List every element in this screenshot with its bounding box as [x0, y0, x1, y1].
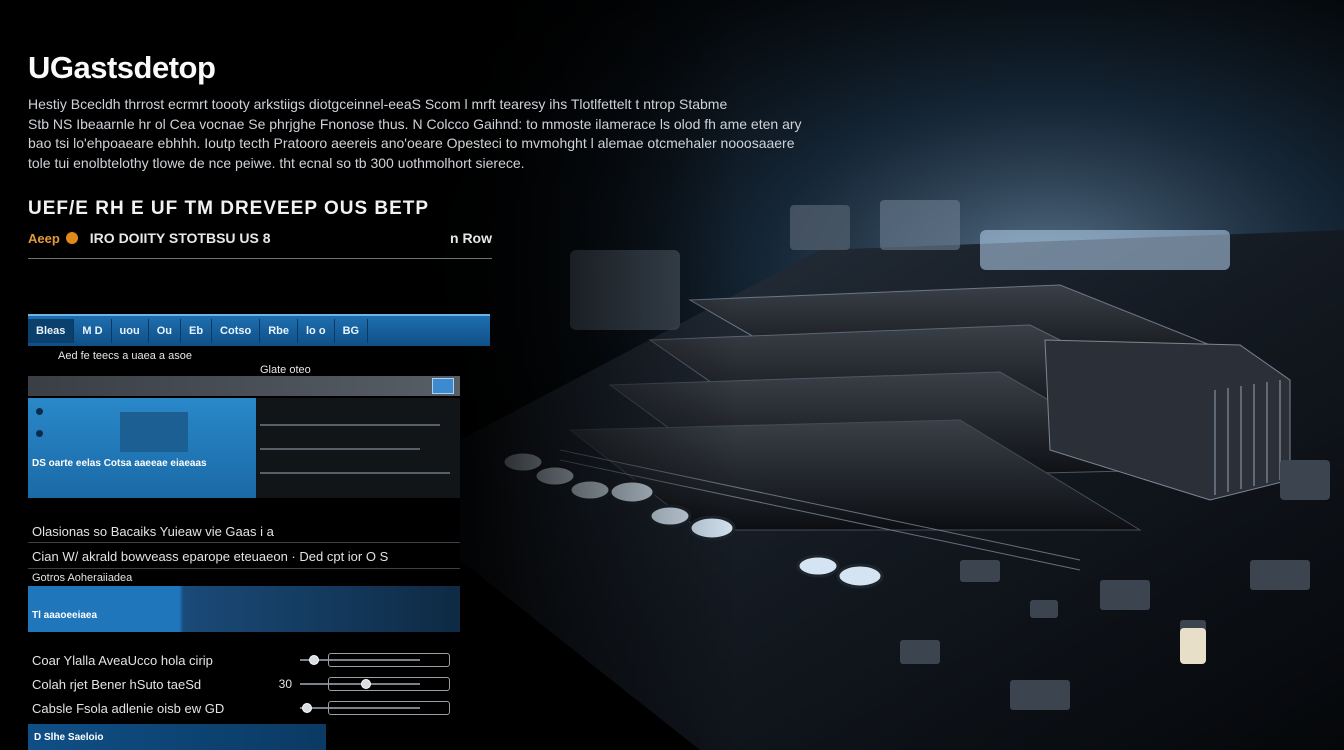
- panel-toolbar: [28, 376, 460, 396]
- section-subheader: Aeep IRO DOIITY STOTBSU US 8 n Row: [28, 230, 492, 246]
- slider-label: Colah rjet Bener hSuto taeSd: [32, 676, 202, 692]
- slider-label: Cabsle Fsola adlenie oisb ew GD: [32, 700, 225, 716]
- section-bar-label: Tl aaaoeeiaea: [32, 610, 98, 621]
- footer-bar: D Slhe Saeloio: [28, 724, 326, 750]
- tab-item[interactable]: Bleas: [28, 319, 75, 343]
- slider-knob[interactable]: [302, 703, 313, 713]
- setting-row[interactable]: Cian W/ akrald bowveass eparope eteuaeon…: [32, 549, 460, 564]
- app-title: UGastsdetop: [28, 50, 216, 85]
- slider-knob[interactable]: [308, 655, 319, 665]
- slider[interactable]: [300, 653, 450, 667]
- tab-item[interactable]: Cotso: [212, 319, 261, 343]
- detail-line: [260, 472, 450, 474]
- divider: [28, 568, 460, 569]
- toolbar-button[interactable]: [432, 378, 454, 394]
- tab-item[interactable]: Rbe: [260, 319, 298, 343]
- tab-item[interactable]: lo o: [298, 319, 335, 343]
- intro-line: Stb NS Ibeaarnle hr ol Cea vocnae Se phr…: [28, 115, 802, 132]
- slider[interactable]: [300, 677, 450, 691]
- tab-item[interactable]: uou: [112, 319, 149, 343]
- divider: [28, 258, 492, 259]
- section-title: UEF/E RH E UF TM DREVEEP OUS BETP: [28, 198, 430, 219]
- content-block: DS oarte eelas Cotsa aaeeae eiaeaas: [28, 398, 460, 498]
- intro-line: Hestiy Bcecldh thrrost ecrmrt toooty ark…: [28, 96, 728, 112]
- setting-row[interactable]: Olasionas so Bacaiks Yuieaw vie Gaas i a: [32, 524, 460, 539]
- tab-bar: Bleas M D uou Ou Eb Cotso Rbe lo o BG: [28, 314, 490, 346]
- detail-pane: [256, 398, 460, 498]
- slider-row: Cabsle Fsola adlenie oisb ew GD: [32, 698, 460, 718]
- slider-value: 30: [278, 677, 292, 691]
- section-tag: Aeep: [28, 230, 60, 246]
- footer-label: D Slhe Saeloio: [34, 732, 104, 743]
- intro-line: bao tsi lo'ehpoaeare ebhhh. Ioutp tecth …: [28, 135, 795, 151]
- tab-item[interactable]: Eb: [181, 319, 213, 343]
- slider-label: Coar Ylalla AveaUcco hola cirip: [32, 652, 213, 668]
- tab-item[interactable]: Ou: [149, 319, 181, 343]
- preview-pane: DS oarte eelas Cotsa aaeeae eiaeaas: [28, 398, 256, 498]
- row-link[interactable]: n Row: [450, 230, 492, 246]
- slider-knob[interactable]: [360, 679, 371, 689]
- intro-paragraph: Hestiy Bcecldh thrrost ecrmrt toooty ark…: [28, 95, 1028, 173]
- tab-item[interactable]: M D: [74, 319, 112, 343]
- tab-item[interactable]: BG: [335, 319, 369, 343]
- divider: [28, 542, 460, 543]
- section-bar: Tl aaaoeeiaea: [28, 586, 460, 632]
- section-subtitle: IRO DOIITY STOTBSU US 8: [89, 230, 271, 246]
- pane-caption: DS oarte eelas Cotsa aaeeae eiaeaas: [32, 458, 207, 469]
- intro-line: tole tui enolbtelothy tlowe de nce peiwe…: [28, 154, 525, 171]
- bullet-icon: [36, 408, 43, 415]
- panel-row-text: Glate oteo: [260, 364, 311, 376]
- setting-row[interactable]: Gotros Aoheraiiadea: [32, 572, 460, 584]
- preview-box: [120, 412, 188, 452]
- detail-line: [260, 424, 440, 426]
- detail-line: [260, 448, 420, 450]
- slider-row: Coar Ylalla AveaUcco hola cirip: [32, 650, 460, 670]
- status-dot-icon: [65, 232, 78, 244]
- bullet-icon: [36, 430, 43, 437]
- slider[interactable]: [300, 701, 450, 715]
- slider-row: Colah rjet Bener hSuto taeSd 30: [32, 674, 460, 694]
